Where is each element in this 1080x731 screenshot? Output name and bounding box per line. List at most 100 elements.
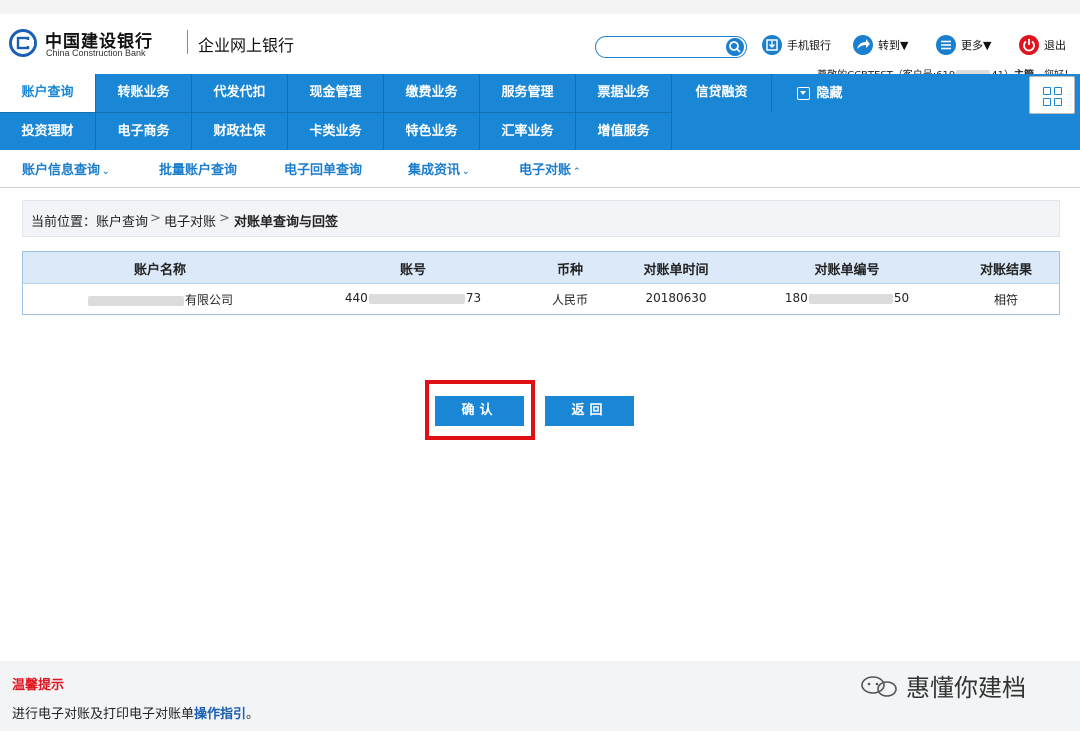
more-icon	[936, 35, 956, 55]
cell-account-name: 有限公司	[87, 291, 233, 308]
nav-item-value-added[interactable]: 增值服务	[576, 112, 672, 150]
subnav-integrated-info[interactable]: 集成资讯 ⌄	[408, 159, 470, 178]
subnav-account-info[interactable]: 账户信息查询 ⌄	[22, 159, 110, 178]
subnav-e-reconciliation[interactable]: 电子对账 ⌃	[519, 159, 581, 178]
account-no-suffix: 73	[465, 291, 482, 305]
highlight-box	[425, 380, 535, 440]
main-nav-row-1: 账户查询 转账业务 代发代扣 现金管理 缴费业务 服务管理 票据业务 信贷融资 …	[0, 74, 868, 112]
nav-item-bill-payment[interactable]: 缴费业务	[384, 74, 480, 112]
col-statement-time: 对账单时间	[643, 263, 709, 278]
nav-item-notes[interactable]: 票据业务	[576, 74, 672, 112]
mobile-bank-icon	[762, 35, 782, 55]
nav-item-investment[interactable]: 投资理财	[0, 112, 96, 150]
tips-body: 进行电子对账及打印电子对账单	[12, 707, 195, 722]
more-button[interactable]: 更多▼	[936, 34, 991, 56]
breadcrumb-prefix: 当前位置：	[31, 215, 97, 230]
cell-result: 相符	[993, 293, 1019, 307]
mobile-bank-label: 手机银行	[787, 39, 831, 52]
breadcrumb-item-e-reconciliation[interactable]: 电子对账	[164, 211, 216, 230]
col-currency: 币种	[556, 263, 584, 278]
bank-name-en: China Construction Bank	[46, 48, 146, 58]
nav-item-payroll[interactable]: 代发代扣	[192, 74, 288, 112]
statement-no-suffix: 50	[893, 291, 910, 305]
cell-statement-no: 180 50	[785, 291, 909, 305]
nav-item-service-management[interactable]: 服务管理	[480, 74, 576, 112]
col-account-no: 账号	[399, 263, 427, 278]
watermark: 惠懂你建档	[858, 668, 1026, 703]
main-nav-row-2: 投资理财 电子商务 财政社保 卡类业务 特色业务 汇率业务 增值服务	[0, 112, 672, 150]
chevron-down-icon: ⌄	[102, 167, 110, 177]
col-statement-no: 对账单编号	[814, 263, 880, 278]
masked-text	[87, 295, 184, 306]
cell-statement-time: 20180630	[645, 291, 707, 305]
goto-button[interactable]: 转到▼	[853, 34, 908, 56]
breadcrumb-separator: >	[150, 211, 161, 226]
goto-label: 转到▼	[878, 39, 909, 52]
power-icon	[1019, 35, 1039, 55]
subnav-batch-account[interactable]: 批量账户查询	[159, 159, 237, 178]
col-account-name: 账户名称	[133, 263, 187, 278]
logout-button[interactable]: 退出	[1019, 34, 1066, 56]
logout-label: 退出	[1044, 39, 1066, 52]
nav-item-e-commerce[interactable]: 电子商务	[96, 112, 192, 150]
cell-account-no: 440 73	[345, 291, 481, 305]
grid-icon-cell	[1043, 98, 1051, 106]
subnav-batch-account-label: 批量账户查询	[159, 163, 238, 178]
subnav-e-receipt[interactable]: 电子回单查询	[284, 159, 362, 178]
nav-item-credit-financing[interactable]: 信贷融资	[672, 74, 772, 112]
tips-end: 。	[246, 707, 260, 722]
breadcrumb-current: 对账单查询与回签	[234, 215, 339, 230]
masked-text	[368, 293, 465, 304]
nav-item-cash-management[interactable]: 现金管理	[288, 74, 384, 112]
statement-table: 账户名称 账号 币种 对账单时间 对账单编号 对账结果 有限公司 440 73 人…	[22, 251, 1060, 315]
portal-title: 企业网上银行	[198, 36, 295, 55]
nav-hide-label: 隐藏	[816, 85, 843, 101]
tips-title: 温馨提示	[12, 678, 65, 693]
more-label: 更多▼	[961, 39, 992, 52]
nav-item-card-services[interactable]: 卡类业务	[288, 112, 384, 150]
watermark-text: 惠懂你建档	[906, 674, 1026, 702]
app-grid-button[interactable]	[1029, 76, 1075, 114]
top-strip	[0, 0, 1080, 14]
wechat-icon	[861, 676, 897, 697]
nav-item-account-query[interactable]: 账户查询	[0, 74, 96, 112]
nav-item-featured[interactable]: 特色业务	[384, 112, 480, 150]
goto-icon	[853, 35, 873, 55]
breadcrumb: 当前位置： 账户查询 > 电子对账 > 对账单查询与回签	[22, 200, 1060, 237]
chevron-down-icon: ⌄	[462, 167, 470, 177]
tips-text: 进行电子对账及打印电子对账单操作指引。	[12, 703, 259, 722]
collapse-icon	[797, 86, 811, 100]
grid-icon	[1043, 87, 1051, 95]
statement-no-prefix: 180	[784, 291, 808, 305]
col-result: 对账结果	[979, 263, 1033, 278]
nav-item-transfer[interactable]: 转账业务	[96, 74, 192, 112]
cell-currency: 人民币	[551, 293, 589, 307]
guide-link[interactable]: 操作指引	[194, 707, 246, 722]
nav-item-fiscal-social[interactable]: 财政社保	[192, 112, 288, 150]
table-header: 账户名称 账号 币种 对账单时间 对账单编号 对账结果	[23, 252, 1059, 284]
breadcrumb-separator: >	[219, 211, 230, 226]
masked-text	[808, 293, 893, 304]
breadcrumb-item-account-query[interactable]: 账户查询	[96, 211, 148, 230]
tips-panel: 温馨提示 进行电子对账及打印电子对账单操作指引。 惠懂你建档	[0, 661, 1080, 731]
search-input[interactable]	[595, 36, 747, 58]
nav-hide-toggle[interactable]: 隐藏	[772, 74, 868, 112]
main-nav: 账户查询 转账业务 代发代扣 现金管理 缴费业务 服务管理 票据业务 信贷融资 …	[0, 74, 1080, 150]
subnav-integrated-info-label: 集成资讯	[408, 163, 461, 178]
sub-nav: 账户信息查询 ⌄ 批量账户查询 电子回单查询 集成资讯 ⌄ 电子对账 ⌃	[0, 150, 1080, 188]
grid-icon-cell	[1054, 87, 1062, 95]
search-icon[interactable]	[726, 38, 744, 56]
subnav-e-receipt-label: 电子回单查询	[284, 163, 363, 178]
nav-item-exchange-rate[interactable]: 汇率业务	[480, 112, 576, 150]
account-no-prefix: 440	[344, 291, 368, 305]
subnav-e-reconciliation-label: 电子对账	[519, 163, 572, 178]
grid-icon-cell	[1054, 98, 1062, 106]
header: 中国建设银行 China Construction Bank 企业网上银行 手机…	[0, 14, 1080, 81]
back-button[interactable]: 返回	[545, 396, 634, 426]
ccb-logo-icon	[9, 29, 37, 57]
account-name-suffix: 有限公司	[184, 293, 234, 307]
chevron-up-icon: ⌃	[573, 167, 581, 177]
mobile-bank-button[interactable]: 手机银行	[762, 34, 831, 56]
subnav-account-info-label: 账户信息查询	[22, 163, 101, 178]
logo-divider	[187, 30, 188, 54]
